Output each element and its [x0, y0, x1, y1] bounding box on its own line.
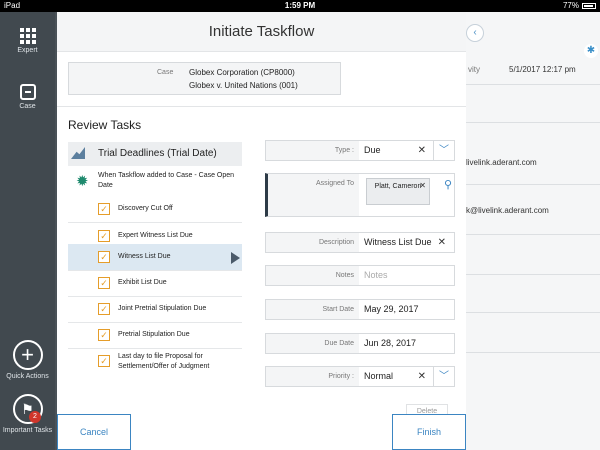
review-tasks-heading: Review Tasks: [68, 118, 142, 132]
task-row-selected[interactable]: ✓ Witness List Due: [68, 244, 242, 271]
task-row[interactable]: ✓ Discovery Cut Off: [68, 196, 242, 223]
task-label: Last day to file Proposal for Settlement…: [118, 353, 210, 370]
gear-icon: ✹: [76, 173, 89, 190]
plus-icon: +: [12, 340, 43, 370]
priority-select[interactable]: Priority : Normal ✕ ﹀: [265, 366, 455, 387]
field-label: Assigned To: [268, 174, 359, 216]
type-select[interactable]: Type : Due ✕ ﹀: [265, 140, 455, 161]
sidebar-item-expert[interactable]: Expert: [0, 28, 55, 54]
checkbox[interactable]: ✓: [98, 329, 110, 341]
trigger-text: When Taskflow added to Case - Case Open …: [98, 172, 235, 189]
due-date-field[interactable]: Due Date Jun 28, 2017: [265, 333, 455, 354]
sidebar-item-label: Quick Actions: [6, 373, 49, 380]
field-label: Description: [266, 233, 359, 252]
task-group-label: Trial Deadlines (Trial Date): [98, 148, 217, 159]
case-label: Case: [157, 69, 174, 76]
chevron-left-icon[interactable]: ‹: [466, 24, 484, 42]
quick-actions-button[interactable]: + Quick Actions: [0, 340, 55, 380]
sidebar-item-label: Case: [19, 103, 36, 110]
divider: [466, 312, 600, 313]
battery-icon: [582, 2, 596, 9]
field-label: Notes: [266, 266, 359, 285]
checkbox[interactable]: ✓: [98, 303, 110, 315]
initiate-taskflow-dialog: Initiate Taskflow Case Globex Corporatio…: [57, 12, 466, 450]
chevron-down-icon[interactable]: ﹀: [433, 141, 454, 160]
battery-percent: 77%: [562, 1, 579, 10]
assigned-to-field[interactable]: Assigned To Platt, Cameron ✕ ⚲: [265, 173, 455, 217]
task-label: Discovery Cut Off: [118, 205, 173, 212]
checkbox[interactable]: ✓: [98, 203, 110, 215]
task-label: Expert Witness List Due: [118, 232, 193, 239]
field-value: Due: [364, 145, 381, 155]
notes-field[interactable]: Notes Notes: [265, 265, 455, 286]
clear-icon[interactable]: ✕: [418, 367, 426, 386]
divider: [466, 234, 600, 235]
case-client: Globex Corporation (CP8000): [189, 68, 295, 77]
task-row[interactable]: ✓ Pretrial Stipulation Due: [68, 322, 242, 349]
field-label: Due Date: [266, 334, 359, 353]
email-text: k@livelink.aderant.com: [466, 206, 549, 215]
checkbox[interactable]: ✓: [98, 355, 110, 367]
sidebar: Expert Case + Quick Actions ⚑ 2 Importan…: [0, 12, 55, 450]
divider: [57, 106, 466, 107]
field-value: May 29, 2017: [364, 304, 419, 314]
sidebar-item-label: Important Tasks: [2, 427, 53, 434]
case-icon: [19, 84, 36, 100]
task-label: Exhibit List Due: [118, 279, 167, 286]
chart-icon: [71, 147, 85, 159]
clock: 1:59 PM: [284, 1, 316, 10]
case-matter: Globex v. United Nations (001): [189, 81, 298, 90]
checkbox[interactable]: ✓: [98, 251, 110, 263]
field-value: Witness List Due: [364, 237, 432, 247]
case-info: Case Globex Corporation (CP8000) Globex …: [68, 62, 341, 95]
task-row[interactable]: ✓ Joint Pretrial Stipulation Due: [68, 296, 242, 323]
status-bar: iPad 1:59 PM 77%: [0, 0, 600, 12]
sidebar-item-label: Expert: [17, 47, 38, 54]
divider: [466, 352, 600, 353]
task-group-header[interactable]: Trial Deadlines (Trial Date): [68, 142, 242, 166]
checkbox[interactable]: ✓: [98, 277, 110, 289]
start-date-field[interactable]: Start Date May 29, 2017: [265, 299, 455, 320]
activity-time: 5/1/2017 12:17 pm: [509, 65, 576, 74]
task-label: Pretrial Stipulation Due: [118, 331, 190, 338]
play-arrow-icon: [231, 252, 240, 264]
notification-badge: 2: [29, 411, 41, 423]
task-row[interactable]: ✓ Exhibit List Due: [68, 270, 242, 297]
clear-icon[interactable]: ✕: [418, 141, 426, 160]
divider: [466, 84, 600, 85]
divider: [466, 274, 600, 275]
search-icon[interactable]: ⚲: [444, 178, 452, 191]
task-row[interactable]: ✓ Last day to file Proposal for Settleme…: [68, 348, 242, 382]
grid-icon: [19, 28, 36, 44]
field-placeholder: Notes: [364, 270, 388, 280]
task-label: Joint Pretrial Stipulation Due: [118, 305, 207, 312]
email-text: livelink.aderant.com: [466, 158, 537, 167]
description-field[interactable]: Description Witness List Due ✕: [265, 232, 455, 253]
field-value: Normal: [364, 371, 394, 381]
divider: [466, 122, 600, 123]
dialog-footer: Cancel Finish: [57, 414, 466, 450]
background-panel: vity 5/1/2017 12:17 pm livelink.aderant.…: [466, 12, 600, 450]
gear-icon[interactable]: ✱: [584, 44, 598, 58]
important-tasks-button[interactable]: ⚑ 2 Important Tasks: [0, 394, 55, 434]
checkbox[interactable]: ✓: [98, 230, 110, 242]
cancel-button[interactable]: Cancel: [57, 414, 131, 450]
activity-label: vity: [468, 65, 480, 74]
field-label: Type :: [266, 141, 359, 160]
task-label: Witness List Due: [118, 253, 171, 260]
divider: [466, 184, 600, 185]
assignee-name: Platt, Cameron: [374, 183, 422, 190]
clear-icon[interactable]: ✕: [438, 233, 446, 252]
assignee-chip[interactable]: Platt, Cameron ✕: [366, 178, 430, 205]
field-label: Start Date: [266, 300, 359, 319]
battery-indicator: 77%: [563, 1, 596, 10]
dialog-title: Initiate Taskflow: [57, 12, 466, 52]
field-value: Jun 28, 2017: [364, 338, 417, 348]
remove-icon[interactable]: ✕: [419, 181, 426, 191]
trigger-row: ✹ When Taskflow added to Case - Case Ope…: [68, 169, 242, 195]
field-label: Priority :: [266, 367, 359, 386]
sidebar-item-case[interactable]: Case: [0, 84, 55, 110]
chevron-down-icon[interactable]: ﹀: [433, 367, 454, 386]
finish-button[interactable]: Finish: [392, 414, 466, 450]
